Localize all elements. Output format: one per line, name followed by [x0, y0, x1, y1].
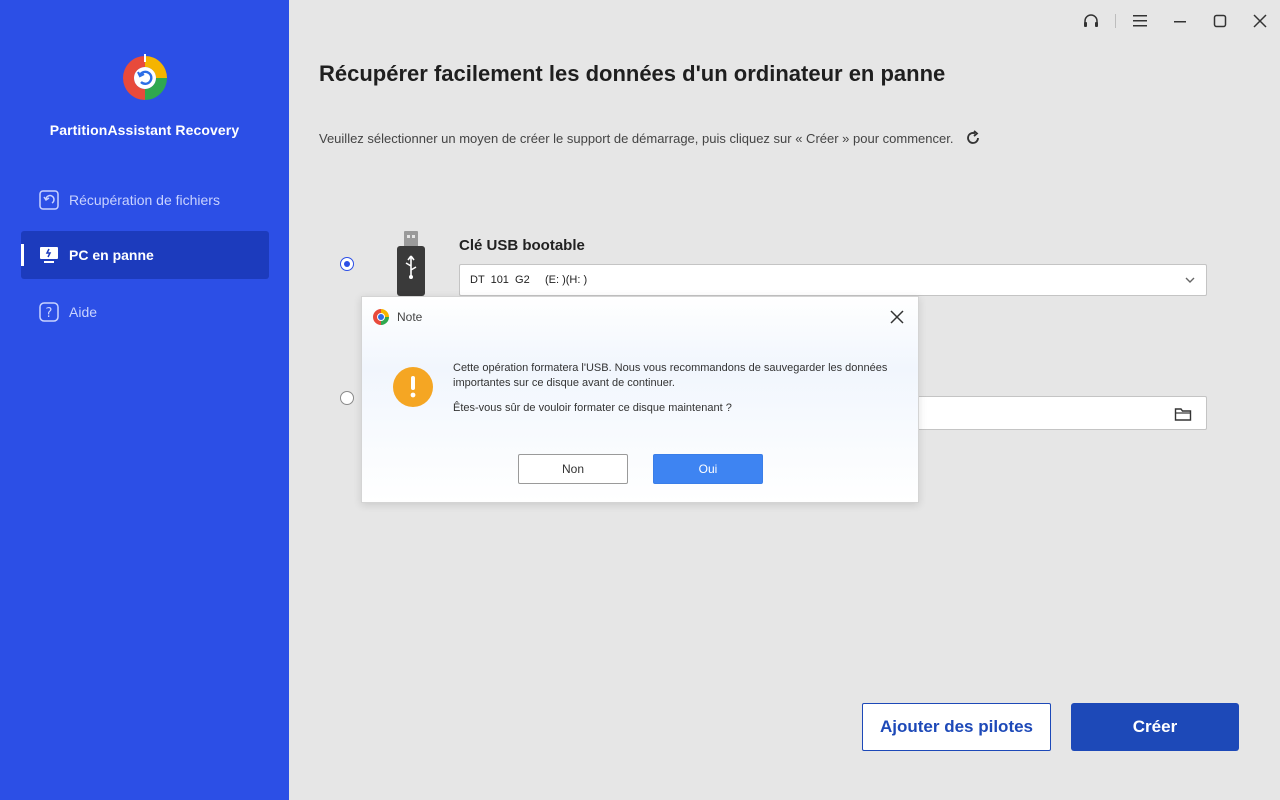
titlebar-separator	[1115, 14, 1116, 28]
usb-option-label: Clé USB bootable	[459, 237, 585, 254]
recovery-logo-icon	[123, 54, 167, 100]
dialog-body: Note Cette opération formatera l'USB. No…	[362, 297, 918, 502]
subtitle-row: Veuillez sélectionner un moyen de créer …	[319, 128, 983, 148]
close-icon[interactable]	[1240, 0, 1280, 42]
sidebar-item-label: PC en panne	[69, 247, 154, 263]
sidebar-item-label: Récupération de fichiers	[69, 192, 220, 208]
usb-drive-icon	[397, 231, 425, 296]
broken-pc-icon	[37, 243, 61, 267]
minimize-icon[interactable]	[1160, 0, 1200, 42]
iso-option-radio[interactable]	[340, 391, 354, 405]
note-dialog: Note Cette opération formatera l'USB. No…	[361, 296, 919, 503]
app-logo-icon	[373, 309, 389, 325]
sidebar-item-broken-pc[interactable]: PC en panne	[21, 231, 269, 279]
sidebar: PartitionAssistant Recovery Récupération…	[0, 0, 289, 800]
dialog-message: Cette opération formatera l'USB. Nous vo…	[453, 362, 888, 389]
add-drivers-button[interactable]: Ajouter des pilotes	[862, 703, 1051, 751]
page-title: Récupérer facilement les données d'un or…	[319, 61, 946, 86]
usb-option-radio[interactable]	[340, 257, 354, 271]
create-button[interactable]: Créer	[1071, 703, 1239, 751]
dialog-title: Note	[397, 310, 423, 324]
dialog-question: Êtes-vous sûr de vouloir formater ce dis…	[453, 402, 732, 414]
iso-path-field[interactable]	[889, 396, 1207, 430]
usb-drive-select[interactable]: DT 101 G2 (E: )(H: )	[459, 264, 1207, 296]
maximize-icon[interactable]	[1200, 0, 1240, 42]
no-button[interactable]: Non	[518, 454, 628, 484]
dialog-close-icon[interactable]	[888, 308, 906, 326]
titlebar	[1071, 0, 1280, 42]
refresh-icon[interactable]	[963, 128, 983, 148]
folder-icon[interactable]	[1174, 406, 1192, 422]
subtitle: Veuillez sélectionner un moyen de créer …	[319, 130, 954, 146]
help-icon: ?	[37, 300, 61, 324]
menu-icon[interactable]	[1120, 0, 1160, 42]
headset-icon[interactable]	[1071, 0, 1111, 42]
sidebar-item-file-recovery[interactable]: Récupération de fichiers	[21, 176, 269, 224]
warning-icon	[393, 367, 433, 407]
app-name: PartitionAssistant Recovery	[49, 122, 240, 138]
usb-drive-select-value: DT 101 G2 (E: )(H: )	[470, 274, 588, 286]
svg-text:?: ?	[46, 306, 53, 321]
sidebar-item-help[interactable]: ? Aide	[21, 288, 269, 336]
sidebar-item-label: Aide	[69, 304, 98, 320]
file-restore-icon	[37, 188, 61, 212]
dialog-header: Note	[362, 297, 918, 337]
chevron-down-icon	[1185, 277, 1195, 283]
yes-button[interactable]: Oui	[653, 454, 763, 484]
